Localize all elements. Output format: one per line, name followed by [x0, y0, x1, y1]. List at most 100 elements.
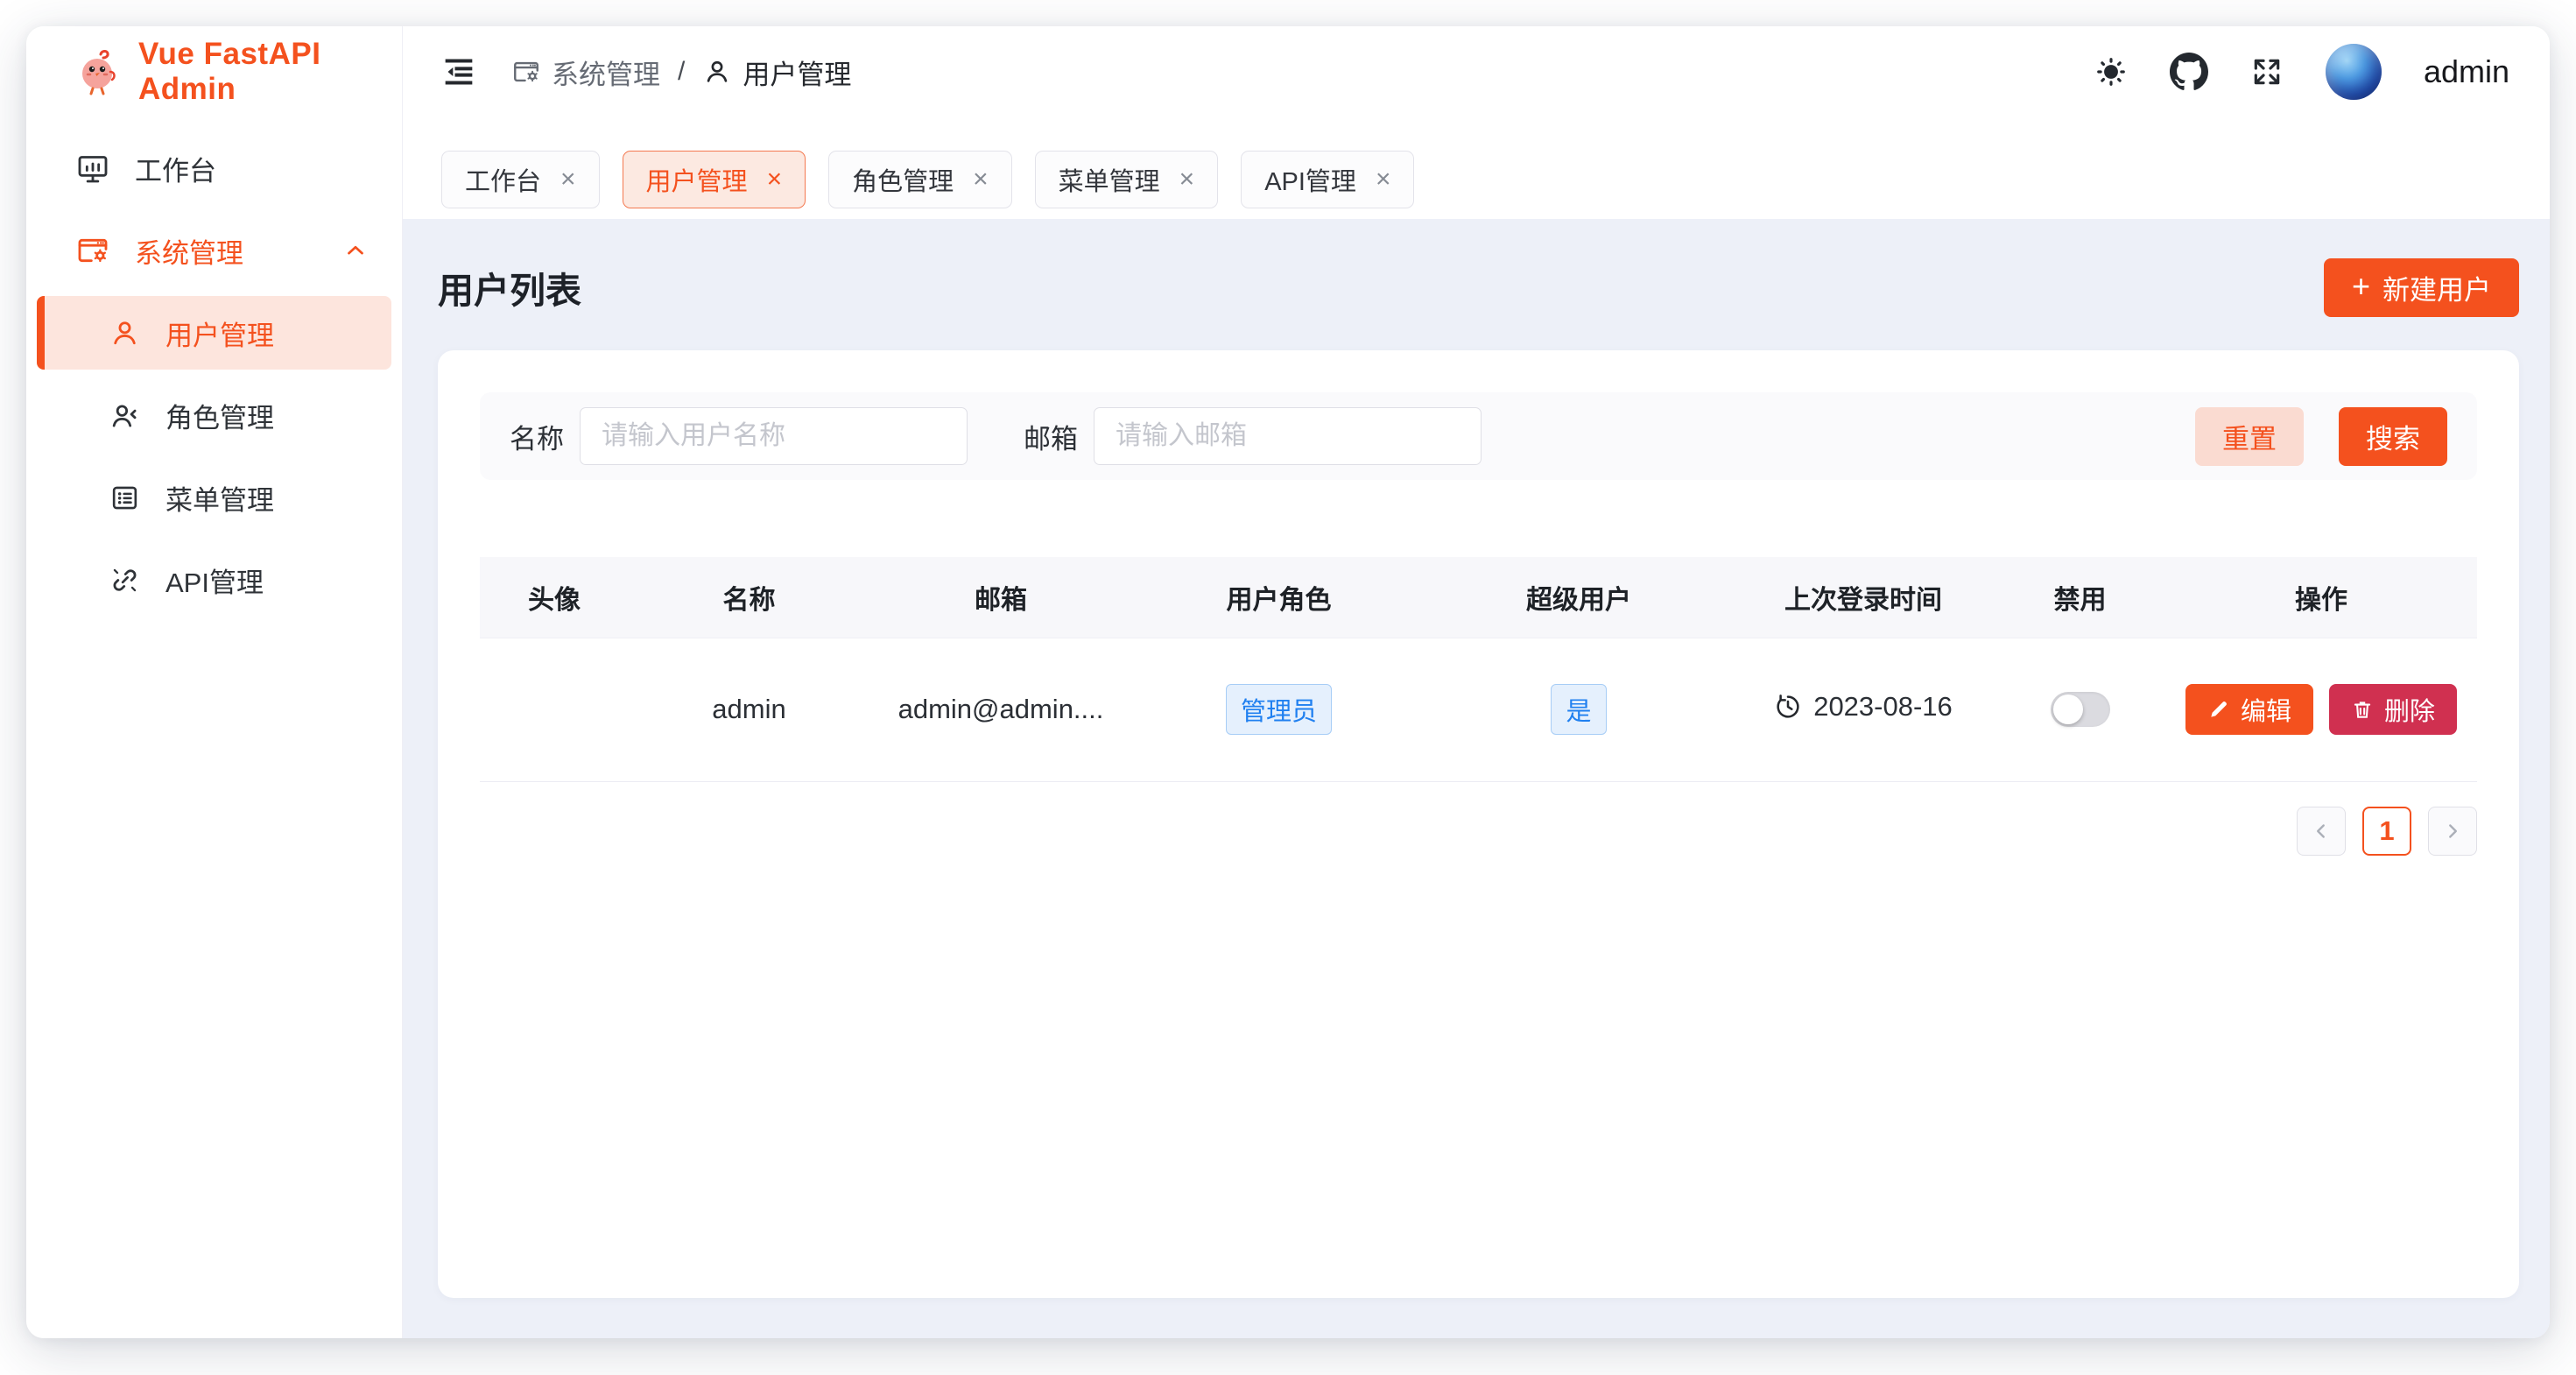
- breadcrumb: 系统管理 / 用户管理: [511, 53, 851, 92]
- tabs-bar: 工作台 × 用户管理 × 角色管理 × 菜单管理 × API管理 ×: [403, 117, 2550, 219]
- sidebar: Vue FastAPI Admin 工作台: [26, 26, 403, 1338]
- delete-label: 删除: [2384, 691, 2435, 728]
- breadcrumb-item-system[interactable]: 系统管理: [511, 53, 660, 92]
- breadcrumb-item-users[interactable]: 用户管理: [702, 53, 851, 92]
- tab-close-icon[interactable]: ×: [767, 166, 783, 193]
- pagination-page-1[interactable]: 1: [2362, 807, 2411, 856]
- sidebar-menu: 工作台 系统管理: [26, 117, 402, 631]
- user-list-card: 名称 邮箱 重置 搜索: [438, 350, 2519, 1298]
- name-filter: 名称: [510, 407, 968, 465]
- user-icon: [702, 57, 732, 87]
- sidebar-item-api-management[interactable]: API管理: [37, 543, 391, 617]
- tab-api-management[interactable]: API管理 ×: [1241, 151, 1414, 208]
- column-header-disabled: 禁用: [1995, 557, 2165, 638]
- plus-icon: +: [2352, 271, 2370, 302]
- avatar-cell: [480, 638, 629, 781]
- username-label[interactable]: admin: [2424, 53, 2509, 90]
- column-header-name: 名称: [629, 557, 869, 638]
- email-filter-input[interactable]: [1094, 407, 1482, 465]
- tab-close-icon[interactable]: ×: [1179, 166, 1195, 193]
- page-head: 用户列表 + 新建用户: [438, 257, 2519, 317]
- main-area: 系统管理 / 用户管理: [403, 26, 2550, 1338]
- filter-actions: 重置 搜索: [2195, 407, 2447, 466]
- system-settings-icon: [511, 57, 541, 87]
- toggle-knob: [2053, 695, 2083, 724]
- edit-button[interactable]: 编辑: [2185, 684, 2313, 735]
- delete-button[interactable]: 删除: [2329, 684, 2457, 735]
- tab-workbench[interactable]: 工作台 ×: [441, 151, 600, 208]
- chevron-left-icon: [2310, 820, 2333, 843]
- pagination-next-button[interactable]: [2428, 807, 2477, 856]
- actions-cell: 编辑 删除: [2165, 638, 2477, 781]
- sidebar-item-menu-management[interactable]: 菜单管理: [37, 461, 391, 534]
- topbar-actions: admin: [2094, 44, 2509, 100]
- user-avatar[interactable]: [2326, 44, 2382, 100]
- chick-logo-icon: [74, 47, 123, 96]
- column-header-email: 邮箱: [869, 557, 1132, 638]
- tab-label: 角色管理: [852, 161, 954, 198]
- create-user-button[interactable]: + 新建用户: [2324, 258, 2519, 317]
- github-icon[interactable]: [2170, 53, 2208, 91]
- app-window: Vue FastAPI Admin 工作台: [26, 26, 2550, 1338]
- theme-toggle-sun-icon[interactable]: [2094, 55, 2128, 88]
- last-login-value: 2023-08-16: [1813, 691, 1953, 723]
- sidebar-item-label: API管理: [165, 561, 264, 600]
- breadcrumb-label: 系统管理: [552, 53, 660, 92]
- tab-label: API管理: [1264, 161, 1356, 198]
- sidebar-item-label: 角色管理: [165, 396, 274, 435]
- filter-bar: 名称 邮箱 重置 搜索: [480, 392, 2477, 480]
- sidebar-group-system-management[interactable]: 系统管理: [37, 214, 391, 287]
- fullscreen-icon[interactable]: [2250, 55, 2284, 88]
- create-user-label: 新建用户: [2382, 268, 2491, 307]
- tab-close-icon[interactable]: ×: [973, 166, 989, 193]
- sidebar-item-role-management[interactable]: 角色管理: [37, 378, 391, 452]
- tab-close-icon[interactable]: ×: [1376, 166, 1391, 193]
- logo[interactable]: Vue FastAPI Admin: [26, 26, 402, 117]
- role-icon: [109, 399, 141, 432]
- tab-close-icon[interactable]: ×: [560, 166, 576, 193]
- edit-label: 编辑: [2241, 691, 2291, 728]
- role-badge[interactable]: 管理员: [1226, 684, 1332, 735]
- search-button[interactable]: 搜索: [2339, 407, 2447, 466]
- last-login-cell: 2023-08-16: [1732, 638, 1995, 781]
- disabled-cell: [1995, 638, 2165, 781]
- superuser-badge: 是: [1551, 684, 1606, 735]
- chevron-right-icon: [2441, 820, 2464, 843]
- pencil-icon: [2207, 698, 2230, 721]
- breadcrumb-label: 用户管理: [743, 53, 851, 92]
- sidebar-item-user-management[interactable]: 用户管理: [37, 296, 391, 370]
- sidebar-group-label: 系统管理: [135, 231, 243, 271]
- tab-user-management[interactable]: 用户管理 ×: [623, 151, 806, 208]
- email-filter-label: 邮箱: [1024, 417, 1078, 456]
- trash-icon: [2351, 698, 2374, 721]
- column-header-superuser: 超级用户: [1425, 557, 1732, 638]
- table-row: admin admin@admin.... 管理员 是: [480, 638, 2477, 781]
- sidebar-collapse-icon[interactable]: [441, 54, 476, 89]
- menu-list-icon: [109, 482, 141, 514]
- sidebar-item-label: 工作台: [135, 149, 216, 188]
- name-filter-input[interactable]: [580, 407, 968, 465]
- tab-menu-management[interactable]: 菜单管理 ×: [1035, 151, 1219, 208]
- sidebar-item-workbench[interactable]: 工作台: [37, 131, 391, 205]
- column-header-avatar: 头像: [480, 557, 629, 638]
- user-icon: [109, 317, 141, 349]
- sidebar-item-label: 用户管理: [165, 314, 274, 353]
- tab-label: 工作台: [465, 161, 541, 198]
- name-cell: admin: [629, 638, 869, 781]
- reset-button[interactable]: 重置: [2195, 407, 2304, 466]
- table-header: 头像 名称 邮箱 用户角色 超级用户 上次登录时间 禁用 操作: [480, 557, 2477, 638]
- column-header-role: 用户角色: [1132, 557, 1425, 638]
- chevron-up-icon: [342, 237, 369, 264]
- breadcrumb-separator: /: [678, 57, 685, 87]
- pagination: 1: [480, 807, 2477, 856]
- clock-history-icon: [1774, 693, 1802, 721]
- api-link-icon: [109, 564, 141, 596]
- column-header-actions: 操作: [2165, 557, 2477, 638]
- topbar: 系统管理 / 用户管理: [403, 26, 2550, 117]
- column-header-last-login: 上次登录时间: [1732, 557, 1995, 638]
- disabled-toggle[interactable]: [2051, 692, 2110, 727]
- sidebar-item-label: 菜单管理: [165, 478, 274, 518]
- page-title: 用户列表: [438, 261, 581, 314]
- pagination-prev-button[interactable]: [2297, 807, 2346, 856]
- tab-role-management[interactable]: 角色管理 ×: [828, 151, 1012, 208]
